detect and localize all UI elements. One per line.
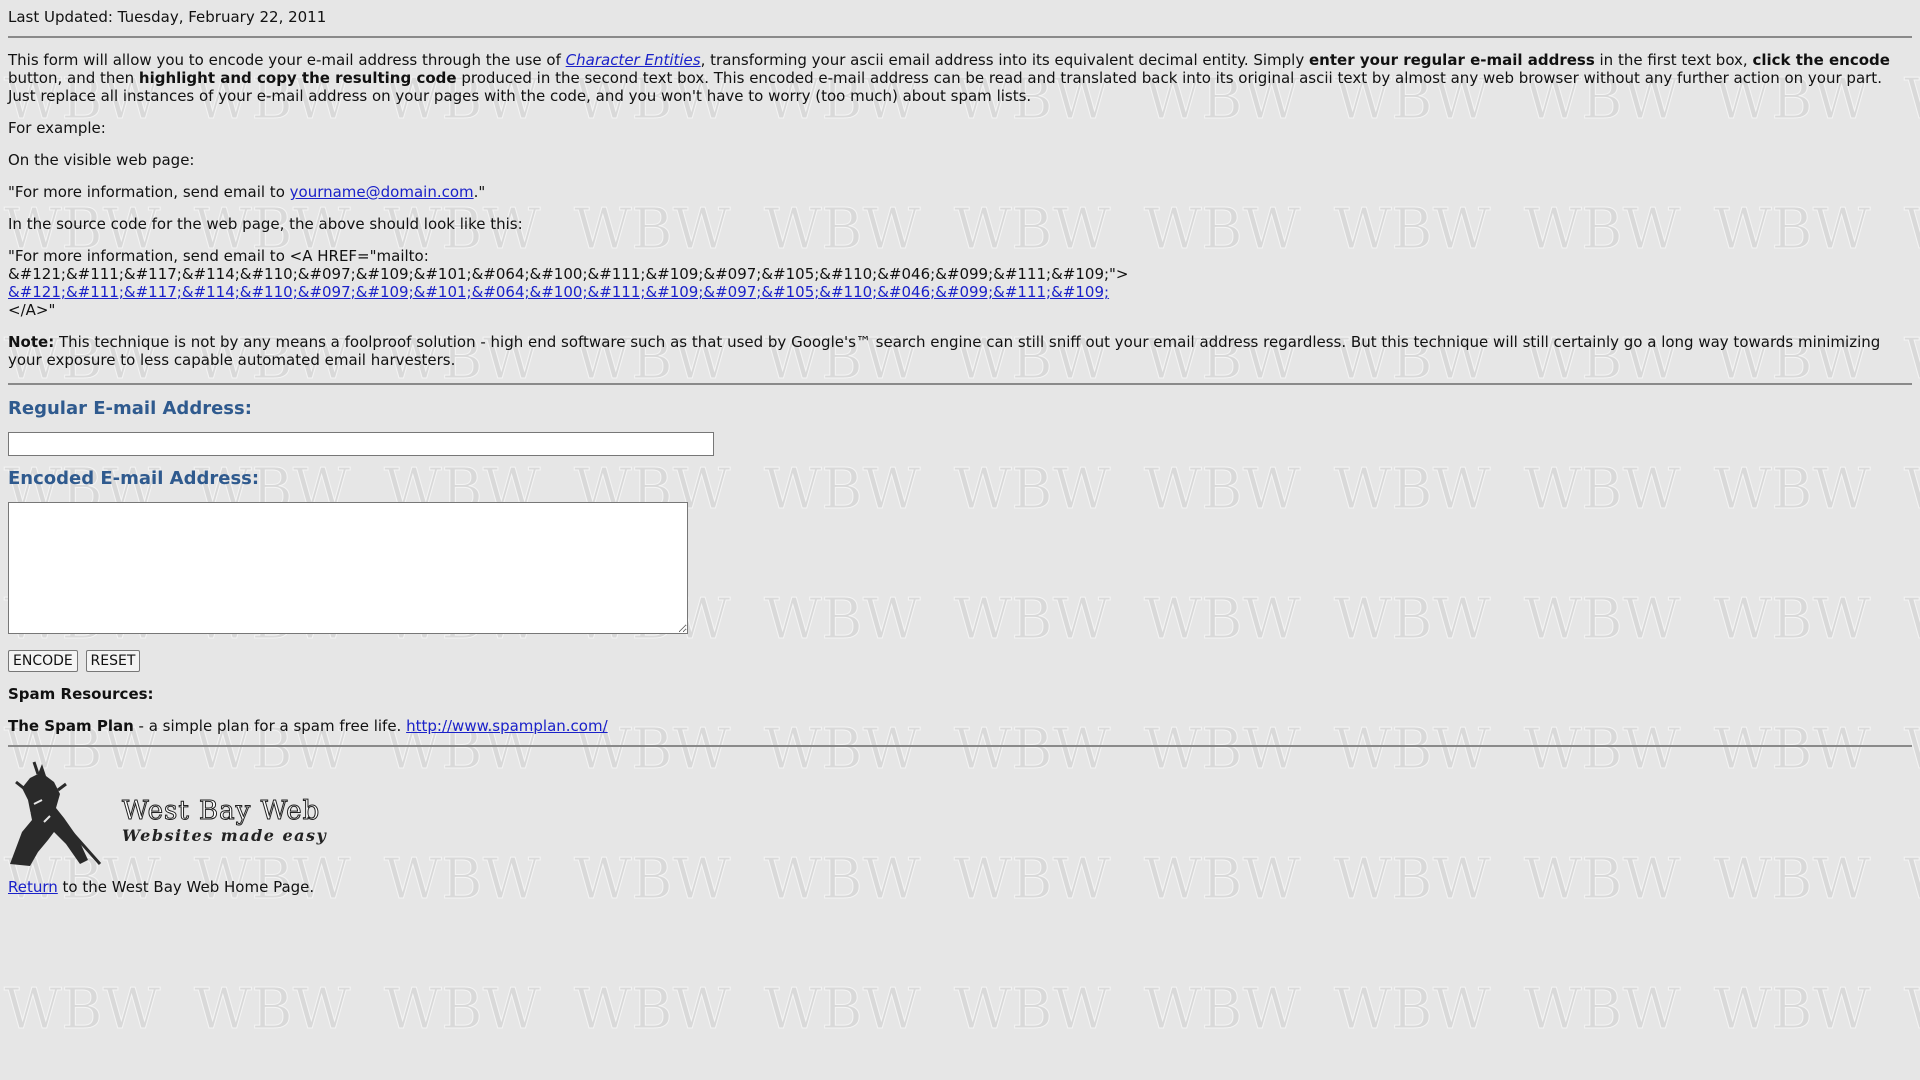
spamplan-link[interactable]: http://www.spamplan.com/	[406, 717, 608, 735]
source-line: "For more information, send email to <A …	[8, 247, 429, 265]
encoded-email-link[interactable]: &#121;&#111;&#117;&#114;&#110;&#097;&#10…	[8, 283, 1109, 301]
last-updated: Last Updated: Tuesday, February 22, 2011	[8, 8, 327, 26]
source-example: "For more information, send email to <A …	[8, 247, 1912, 319]
encoded-email-heading: Encoded E-mail Address:	[8, 468, 260, 489]
encode-button[interactable]: ENCODE	[8, 650, 78, 672]
spam-plan-item: The Spam Plan - a simple plan for a spam…	[8, 717, 608, 735]
note-label: Note:	[8, 333, 55, 351]
regular-email-heading: Regular E-mail Address:	[8, 398, 252, 419]
source-intro-text: In the source code for the web page, the…	[8, 215, 523, 233]
for-example-text: For example:	[8, 119, 106, 137]
return-paragraph: Return to the West Bay Web Home Page.	[8, 878, 315, 896]
visible-example: "For more information, send email to you…	[8, 183, 486, 201]
source-line: </A>"	[8, 301, 56, 319]
character-entities-link[interactable]: Character Entities	[566, 51, 701, 69]
climber-logo-icon	[10, 761, 102, 866]
reset-button[interactable]: RESET	[85, 650, 141, 672]
form-buttons: ENCODE RESET	[8, 650, 1912, 672]
visible-page-text: On the visible web page:	[8, 151, 195, 169]
logo-name: West Bay Web	[121, 796, 321, 827]
divider	[8, 36, 1912, 38]
divider	[8, 745, 1912, 747]
spam-resources-heading: Spam Resources:	[8, 685, 154, 703]
encoded-email-textarea[interactable]	[8, 502, 688, 634]
note-paragraph: Note: This technique is not by any means…	[8, 333, 1881, 369]
logo-tagline: Websites made easy	[122, 826, 328, 845]
divider	[8, 383, 1912, 385]
return-link[interactable]: Return	[8, 878, 58, 896]
regular-email-input[interactable]	[8, 432, 714, 456]
west-bay-web-logo: West Bay Web Websites made easy	[8, 760, 1912, 868]
intro-paragraph: This form will allow you to encode your …	[8, 51, 1890, 105]
source-line: &#121;&#111;&#117;&#114;&#110;&#097;&#10…	[8, 265, 1129, 283]
example-email-link[interactable]: yourname@domain.com	[290, 183, 474, 201]
